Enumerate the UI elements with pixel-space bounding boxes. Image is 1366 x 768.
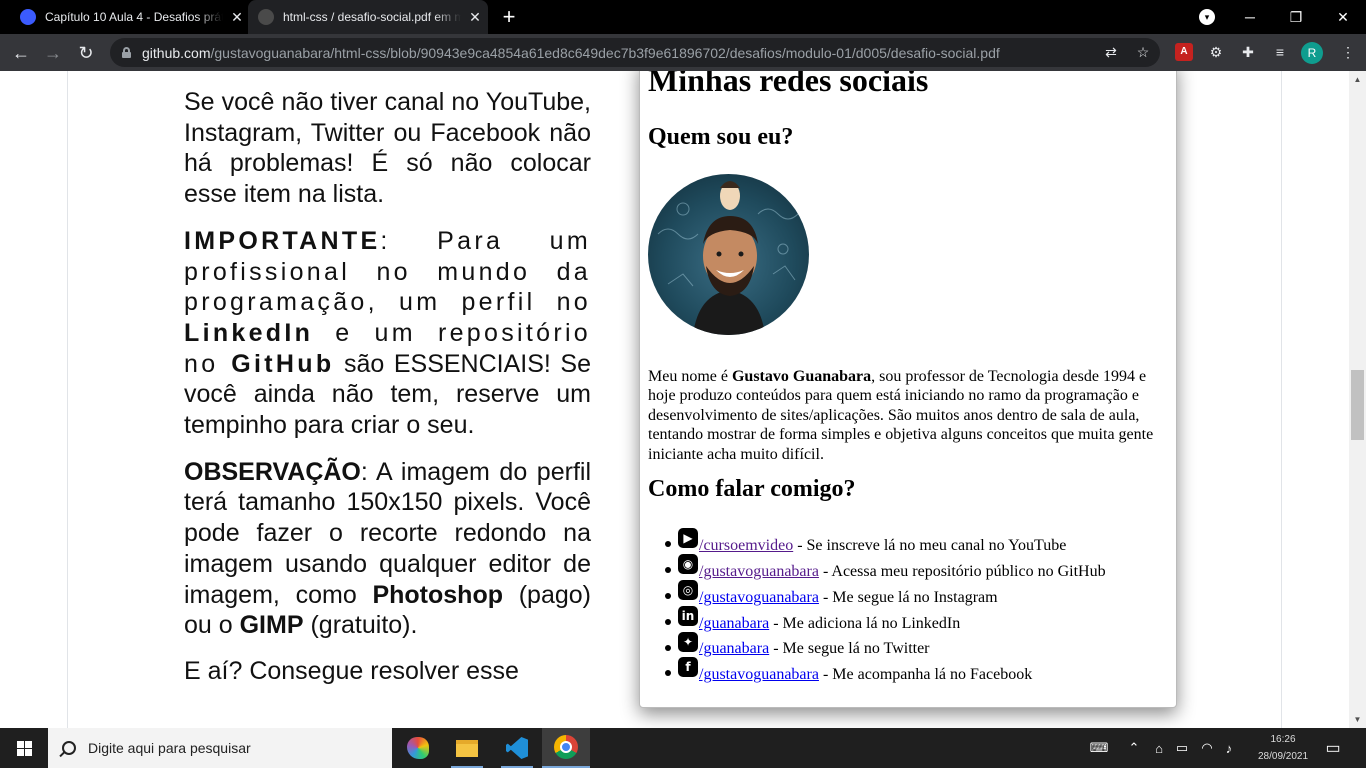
photoshop-emphasis: Photoshop [372, 580, 503, 609]
tab-close-icon[interactable]: ✕ [229, 9, 245, 25]
page-viewport: Se você não tiver canal no YouTube, Inst… [0, 71, 1349, 728]
pdf-bio: Meu nome é Gustavo Guanabara, sou profes… [648, 368, 1154, 463]
bookmark-star-icon[interactable]: ☆ [1135, 44, 1151, 60]
social-links-list: ▶/cursoemvideo - Se inscreve lá no meu c… [665, 528, 1106, 684]
system-clock[interactable]: 16:26 28/09/2021 [1258, 731, 1308, 765]
instagram-icon: ◎ [678, 579, 698, 600]
github-emphasis: GitHub [231, 349, 335, 378]
profile-photo-illustration [657, 181, 799, 335]
github-icon: ◉ [678, 553, 698, 574]
paragraph-observation: OBSERVAÇÃO: A imagem do perfil terá tama… [184, 457, 591, 640]
browser-toolbar: ← → ↻ github.com/gustavoguanabara/html-c… [0, 34, 1366, 71]
notifications-icon[interactable]: ▭ [1320, 728, 1346, 768]
paragraph-closing: E aí? Consegue resolver esse [184, 656, 519, 685]
pdf-extension-icon[interactable]: A [1175, 43, 1193, 61]
content-border-right [1281, 71, 1282, 728]
linkedin-emphasis: LinkedIn [184, 318, 314, 347]
paint-icon [407, 737, 429, 759]
taskbar-app-file-explorer[interactable] [443, 728, 491, 768]
twitter-link[interactable]: /guanabara [699, 640, 769, 658]
extensions-puzzle-icon[interactable]: ✚ [1239, 43, 1257, 61]
forward-arrow-icon[interactable]: → [42, 42, 64, 64]
url-host: github.com [142, 44, 211, 61]
clock-time: 16:26 [1270, 734, 1296, 745]
twitter-icon: ✦ [678, 631, 698, 652]
taskbar-search[interactable]: Digite aqui para pesquisar [48, 728, 392, 768]
important-label: IMPORTANTE [184, 226, 381, 255]
profile-avatar[interactable]: R [1301, 42, 1323, 64]
tab-close-icon[interactable]: ✕ [467, 9, 483, 25]
taskbar-search-placeholder: Digite aqui para pesquisar [88, 740, 251, 756]
tray-app-icon[interactable]: ⌂ [1151, 728, 1167, 768]
gimp-emphasis: GIMP [239, 611, 304, 640]
windows-taskbar: Digite aqui para pesquisar ⌨ ⌃ ⌂ ▭ ◠ ♪ 1… [0, 728, 1366, 768]
social-item-github: ◉/gustavoguanabara - Acessa meu repositó… [665, 553, 1106, 581]
address-bar[interactable]: github.com/gustavoguanabara/html-css/blo… [110, 38, 1160, 67]
github-link[interactable]: /gustavoguanabara [699, 563, 819, 581]
linkedin-icon: in [678, 605, 698, 626]
pdf-title: Minhas redes sociais [648, 71, 929, 98]
url-path: /gustavoguanabara/html-css/blob/90943e9c… [210, 44, 1000, 61]
profile-photo [648, 174, 809, 335]
tab-title: html-css / desafio-social.pdf em master … [283, 10, 461, 24]
observation-label: OBSERVAÇÃO [184, 457, 361, 486]
reload-icon[interactable]: ↻ [75, 42, 97, 64]
close-window-button[interactable]: ✕ [1320, 0, 1366, 34]
github-favicon-icon [258, 9, 274, 25]
gear-extension-icon[interactable]: ⚙ [1207, 43, 1225, 61]
translate-icon[interactable]: ⇄ [1103, 44, 1119, 60]
vscode-icon [506, 737, 528, 759]
challenge-description: Se você não tiver canal no YouTube, Inst… [184, 87, 591, 703]
content-border-left [67, 71, 68, 728]
paragraph-important: IMPORTANTE: Para um profissional no mund… [184, 226, 591, 440]
social-item-linkedin: in/guanabara - Me adiciona lá no LinkedI… [665, 605, 1106, 633]
tab-favicon-icon [20, 9, 36, 25]
tab-strip: Capítulo 10 Aula 4 - Desafios práticos ✕… [0, 0, 1366, 34]
scroll-down-arrow-icon[interactable]: ▼ [1349, 711, 1366, 728]
instagram-link[interactable]: /gustavoguanabara [699, 589, 819, 607]
menu-kebab-icon[interactable]: ⋮ [1339, 43, 1357, 61]
social-item-twitter: ✦/guanabara - Me segue lá no Twitter [665, 631, 1106, 659]
new-tab-button[interactable]: + [498, 6, 520, 28]
pdf-heading-contact: Como falar comigo? [648, 476, 856, 502]
facebook-link[interactable]: /gustavoguanabara [699, 666, 819, 684]
youtube-icon: ▶ [678, 528, 698, 548]
wifi-icon[interactable]: ◠ [1199, 728, 1215, 768]
tab-capitulo[interactable]: Capítulo 10 Aula 4 - Desafios práticos ✕ [10, 0, 246, 34]
back-arrow-icon[interactable]: ← [10, 42, 32, 64]
scroll-up-arrow-icon[interactable]: ▲ [1349, 71, 1366, 88]
keyboard-icon[interactable]: ⌨ [1086, 728, 1112, 768]
paragraph-social-optional: Se você não tiver canal no YouTube, Inst… [184, 88, 591, 209]
taskbar-app-chrome[interactable] [542, 728, 590, 768]
social-item-facebook: f/gustavoguanabara - Me acompanha lá no … [665, 657, 1106, 684]
tray-overflow-chevron-icon[interactable]: ⌃ [1126, 728, 1142, 768]
clock-date: 28/09/2021 [1258, 751, 1309, 762]
page-scrollbar[interactable]: ▲ ▼ [1349, 71, 1366, 728]
bio-author-name: Gustavo Guanabara [731, 368, 872, 385]
battery-icon[interactable]: ▭ [1174, 728, 1190, 768]
windows-logo-icon [16, 740, 32, 756]
linkedin-link[interactable]: /guanabara [699, 615, 769, 633]
pdf-heading-about: Quem sou eu? [648, 124, 794, 150]
tab-title: Capítulo 10 Aula 4 - Desafios práticos [45, 10, 223, 24]
media-queue-icon[interactable]: ≡ [1271, 43, 1289, 61]
social-item-instagram: ◎/gustavoguanabara - Me segue lá no Inst… [665, 579, 1106, 607]
scrollbar-thumb[interactable] [1351, 370, 1364, 440]
pdf-preview[interactable]: Minhas redes sociais Quem sou eu? Meu no… [639, 71, 1177, 708]
youtube-link[interactable]: /cursoemvideo [699, 537, 793, 555]
taskbar-app-vscode[interactable] [493, 728, 541, 768]
social-item-youtube: ▶/cursoemvideo - Se inscreve lá no meu c… [665, 528, 1106, 555]
tab-github-pdf[interactable]: html-css / desafio-social.pdf em master … [248, 0, 488, 34]
lock-icon [122, 47, 131, 58]
file-explorer-icon [456, 739, 478, 757]
maximize-button[interactable]: ❐ [1273, 0, 1319, 34]
chrome-icon [554, 735, 578, 759]
taskbar-app-paint[interactable] [394, 728, 442, 768]
facebook-icon: f [678, 657, 698, 678]
search-icon [62, 741, 76, 755]
start-button[interactable] [0, 728, 48, 768]
volume-icon[interactable]: ♪ [1221, 728, 1237, 768]
minimize-button[interactable]: ─ [1227, 0, 1273, 34]
tab-search-icon[interactable]: ▾ [1199, 9, 1215, 25]
